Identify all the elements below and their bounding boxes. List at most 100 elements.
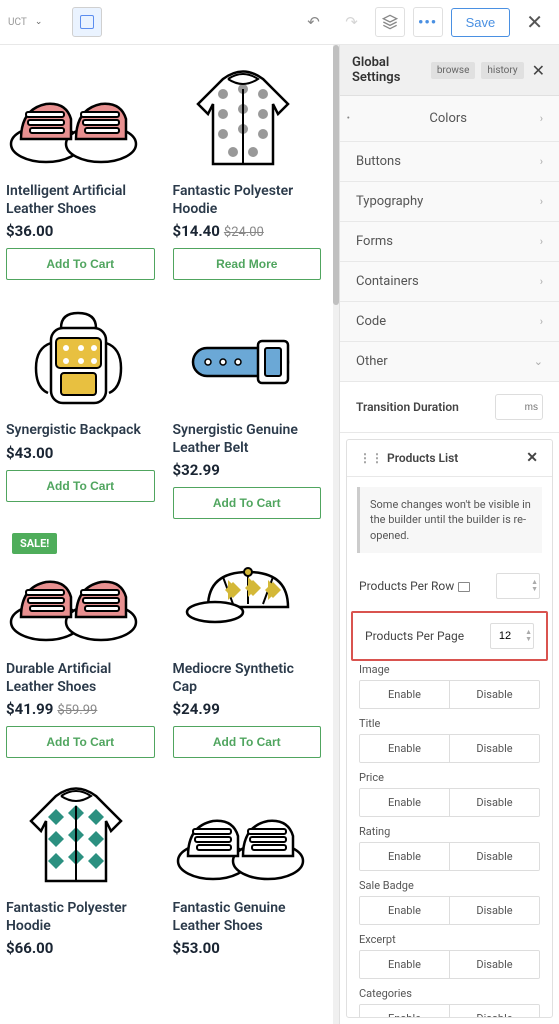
product-price: $36.00 — [6, 222, 155, 240]
product-price: $66.00 — [6, 939, 155, 957]
product-card[interactable]: SALE!Durable Artificial Leather Shoes$41… — [6, 527, 155, 758]
products-per-page: Products Per Page ▲▼ — [351, 611, 548, 661]
products-per-page-label: Products Per Page — [365, 629, 464, 643]
toggle-label: Sale Badge — [359, 879, 540, 892]
enable-button[interactable]: Enable — [360, 735, 450, 762]
chevron-icon: › — [540, 195, 543, 208]
global-settings-header: Global Settings browse history ✕ — [340, 45, 559, 96]
history-tag[interactable]: history — [481, 62, 523, 79]
products-per-page-input[interactable] — [490, 623, 534, 649]
enable-button[interactable]: Enable — [360, 789, 450, 816]
disable-button[interactable]: Disable — [450, 735, 539, 762]
transition-duration-row: Transition Duration — [340, 382, 559, 433]
product-title: Intelligent Artificial Leather Shoes — [6, 183, 155, 218]
enable-button[interactable]: Enable — [360, 897, 450, 924]
product-title: Durable Artificial Leather Shoes — [6, 661, 155, 696]
toggle-label: Title — [359, 717, 540, 730]
products-list-header[interactable]: ⋮⋮Products List ✕ — [347, 440, 552, 477]
enable-button[interactable]: Enable — [360, 1005, 450, 1018]
top-toolbar: UCT ⌄ ↶ ↷ ••• Save ✕ — [0, 0, 559, 45]
breadcrumb-chevron[interactable]: ⌄ — [31, 13, 47, 31]
transition-duration-input[interactable] — [495, 394, 543, 420]
products-list-panel: ⋮⋮Products List ✕ Some changes won't be … — [346, 439, 553, 1018]
more-button[interactable]: ••• — [413, 7, 443, 37]
products-list-close[interactable]: ✕ — [524, 450, 540, 466]
viewport-desktop-button[interactable] — [72, 7, 102, 37]
toggle-title: Title Enable Disable — [359, 717, 540, 763]
chevron-icon: › — [540, 275, 543, 288]
device-icon[interactable] — [458, 582, 470, 592]
close-button[interactable]: ✕ — [518, 6, 551, 38]
drag-handle-icon[interactable]: ⋮⋮ — [359, 451, 383, 465]
accordion-item-code[interactable]: Code› — [340, 302, 559, 342]
product-price: $32.99 — [173, 461, 322, 479]
toggle-label: Excerpt — [359, 933, 540, 946]
toggle-rating: Rating Enable Disable — [359, 825, 540, 871]
add-to-cart-button[interactable]: Add To Cart — [6, 248, 155, 280]
product-image — [173, 766, 313, 896]
browse-tag[interactable]: browse — [431, 62, 476, 79]
product-title: Fantastic Genuine Leather Shoes — [173, 900, 322, 935]
toggle-excerpt: Excerpt Enable Disable — [359, 933, 540, 979]
chevron-icon: › — [540, 235, 543, 248]
layers-button[interactable] — [375, 7, 405, 37]
save-button[interactable]: Save — [451, 8, 511, 37]
add-to-cart-button[interactable]: Add To Cart — [6, 470, 155, 502]
accordion-item-forms[interactable]: Forms› — [340, 222, 559, 262]
product-card[interactable]: Fantastic Genuine Leather Shoes$53.00 — [173, 766, 322, 965]
accordion-item-containers[interactable]: Containers› — [340, 262, 559, 302]
product-title: Synergistic Backpack — [6, 422, 155, 440]
product-card[interactable]: Synergistic Genuine Leather Belt $32.99 Ad… — [173, 288, 322, 519]
accordion-item-typography[interactable]: Typography› — [340, 182, 559, 222]
canvas-scrollbar[interactable] — [333, 45, 339, 1024]
product-card[interactable]: Fantastic Polyester Hoodie $66.00 — [6, 766, 155, 965]
product-title: Synergistic Genuine Leather Belt — [173, 422, 322, 457]
disable-button[interactable]: Disable — [450, 1005, 539, 1018]
add-to-cart-button[interactable]: Add To Cart — [6, 726, 155, 758]
enable-button[interactable]: Enable — [360, 681, 450, 708]
product-card[interactable]: Fantastic Polyester Hoodie $14.40$24.00 Re… — [173, 49, 322, 280]
product-price: $24.99 — [173, 700, 322, 718]
enable-button[interactable]: Enable — [360, 951, 450, 978]
product-image — [6, 49, 146, 179]
add-to-cart-button[interactable]: Add To Cart — [173, 726, 322, 758]
toggle-label: Image — [359, 663, 540, 676]
product-card[interactable]: Mediocre Synthetic Cap $24.99 Add To Cart — [173, 527, 322, 758]
disable-button[interactable]: Disable — [450, 789, 539, 816]
disable-button[interactable]: Disable — [450, 681, 539, 708]
product-price: $41.99$59.99 — [6, 700, 155, 718]
product-price: $43.00 — [6, 444, 155, 462]
product-title: Fantastic Polyester Hoodie — [6, 900, 155, 935]
product-price: $14.40$24.00 — [173, 222, 322, 240]
disable-button[interactable]: Disable — [450, 951, 539, 978]
global-settings-title: Global Settings — [352, 55, 425, 85]
redo-button[interactable]: ↷ — [337, 7, 367, 37]
sidebar: Global Settings browse history ✕ Colors›… — [339, 45, 559, 1024]
add-to-cart-button[interactable]: Read More — [173, 248, 322, 280]
enable-button[interactable]: Enable — [360, 843, 450, 870]
breadcrumb: UCT — [8, 17, 27, 28]
toggle-categories: Categories Enable Disable — [359, 987, 540, 1018]
products-per-row-input[interactable] — [496, 573, 540, 599]
product-card[interactable]: Intelligent Artificial Leather Shoes $36.… — [6, 49, 155, 280]
panel-notice: Some changes won't be visible in the bui… — [357, 487, 542, 553]
accordion-item-colors[interactable]: Colors› — [340, 96, 559, 142]
product-title: Mediocre Synthetic Cap — [173, 661, 322, 696]
accordion-item-other[interactable]: Other⌄ — [340, 342, 559, 382]
product-card[interactable]: Synergistic Backpack $43.00 Add To Cart — [6, 288, 155, 519]
disable-button[interactable]: Disable — [450, 897, 539, 924]
products-per-row: Products Per Row ▲▼ — [347, 563, 552, 609]
add-to-cart-button[interactable]: Add To Cart — [173, 487, 322, 519]
product-image — [173, 527, 313, 657]
chevron-icon: ⌄ — [534, 355, 543, 368]
global-settings-close[interactable]: ✕ — [530, 61, 547, 80]
product-title: Fantastic Polyester Hoodie — [173, 183, 322, 218]
toggle-label: Categories — [359, 987, 540, 1000]
undo-button[interactable]: ↶ — [299, 7, 329, 37]
product-image — [6, 288, 146, 418]
accordion-item-buttons[interactable]: Buttons› — [340, 142, 559, 182]
product-image — [173, 288, 313, 418]
toggle-label: Rating — [359, 825, 540, 838]
disable-button[interactable]: Disable — [450, 843, 539, 870]
transition-duration-label: Transition Duration — [356, 400, 459, 414]
